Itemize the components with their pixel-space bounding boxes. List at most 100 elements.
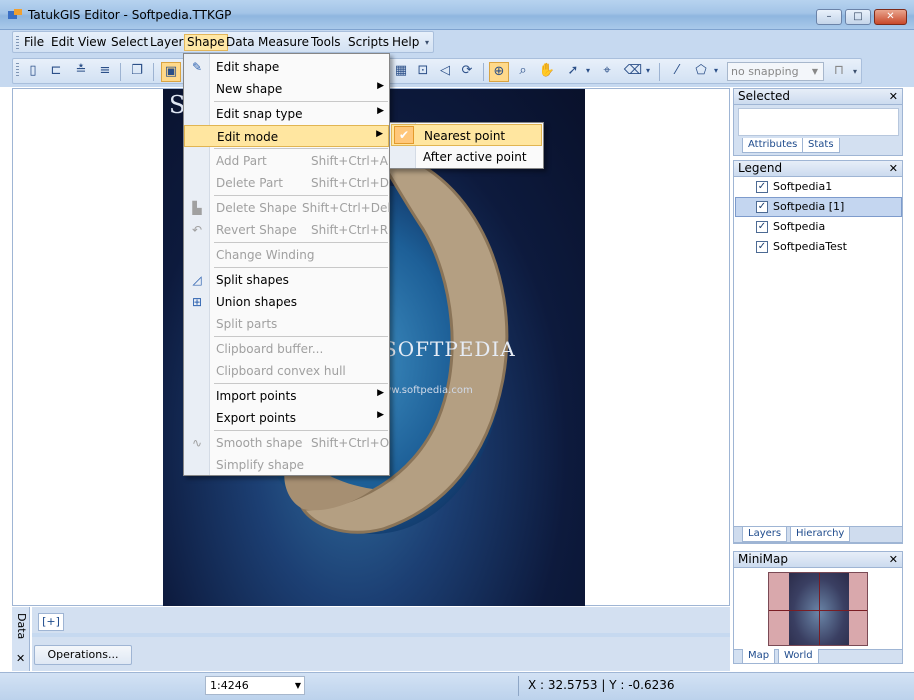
menu-item-simplify-shape[interactable]: Simplify shape: [184, 454, 389, 476]
tab-layers[interactable]: Layers: [742, 527, 788, 542]
chevron-down-icon[interactable]: ▼: [295, 677, 301, 694]
submenu-item-nearest-point[interactable]: ✔ Nearest point: [391, 124, 542, 146]
menu-item-clipboard-buffer[interactable]: Clipboard buffer...: [184, 338, 389, 360]
submenu-item-after-active-point[interactable]: After active point: [391, 146, 542, 168]
menu-separator: [214, 336, 388, 337]
menu-item-delete-shape[interactable]: ▙ Delete Shape Shift+Ctrl+Del: [184, 197, 390, 219]
menu-file[interactable]: File: [22, 35, 46, 50]
tab-attributes[interactable]: Attributes: [742, 138, 804, 153]
snapping-combo[interactable]: no snapping ▼: [727, 62, 824, 81]
menu-item-add-part[interactable]: Add Part Shift+Ctrl+A: [184, 150, 389, 172]
menu-item-revert-shape[interactable]: ↶ Revert Shape Shift+Ctrl+R: [184, 219, 389, 241]
open-folder-icon[interactable]: ⊏: [46, 62, 66, 82]
minimap-canvas[interactable]: [768, 572, 868, 646]
copy-icon[interactable]: ❐: [127, 62, 147, 82]
menu-separator: [214, 383, 388, 384]
add-tab-button[interactable]: [+]: [38, 613, 64, 631]
legend-layer-row[interactable]: ✓ Softpedia1: [735, 177, 902, 197]
tab-map[interactable]: Map: [742, 649, 776, 664]
menu-tools[interactable]: Tools: [309, 35, 343, 50]
close-icon[interactable]: ✕: [889, 89, 898, 104]
toolbar-overflow-icon[interactable]: ▾: [853, 67, 859, 77]
menu-grip[interactable]: [16, 36, 19, 50]
menu-data[interactable]: Data: [224, 35, 257, 50]
snap-lock-icon[interactable]: ⊓: [829, 62, 849, 82]
data-panel-tab[interactable]: Data ✕: [12, 607, 30, 671]
eraser-icon[interactable]: ⌫: [623, 62, 643, 82]
minimap-panel-header: MiniMap ✕: [733, 551, 903, 568]
menu-item-clipboard-convex-hull[interactable]: Clipboard convex hull: [184, 360, 389, 382]
layer-visibility-checkbox[interactable]: ✓: [756, 181, 768, 193]
legend-tab-strip: Layers Hierarchy: [733, 526, 903, 543]
maximize-button[interactable]: □: [845, 9, 871, 25]
menu-item-edit-shape[interactable]: ✎ Edit shape: [184, 56, 389, 78]
chevron-down-icon[interactable]: ▾: [583, 62, 593, 82]
add-layer-icon[interactable]: ≛: [71, 62, 91, 82]
menu-item-split-parts[interactable]: Split parts: [184, 313, 389, 335]
menu-item-label: Delete Shape: [216, 201, 297, 215]
draw-line-icon[interactable]: ⁄: [667, 62, 687, 82]
menu-select[interactable]: Select: [109, 35, 150, 50]
legend-layer-row[interactable]: ✓ Softpedia [1]: [735, 197, 902, 217]
menu-item-label: Edit shape: [216, 60, 280, 74]
tab-world[interactable]: World: [778, 649, 819, 664]
menu-item-edit-mode[interactable]: Edit mode ▶: [184, 125, 389, 147]
operations-button[interactable]: Operations...: [34, 645, 132, 665]
tab-hierarchy[interactable]: Hierarchy: [790, 527, 851, 542]
close-button[interactable]: ✕: [874, 9, 907, 25]
menu-layer[interactable]: Layer: [148, 35, 185, 50]
layer-name: Softpedia [1]: [773, 200, 845, 213]
menu-item-new-shape[interactable]: New shape ▶: [184, 78, 389, 100]
close-icon[interactable]: ✕: [16, 652, 25, 665]
layer-list-icon[interactable]: ≡: [95, 62, 115, 82]
menu-measure[interactable]: Measure: [256, 35, 311, 50]
menu-scripts[interactable]: Scripts: [346, 35, 391, 50]
menu-item-smooth-shape[interactable]: ∿ Smooth shape Shift+Ctrl+O: [184, 432, 389, 454]
grid-icon[interactable]: ▦: [391, 62, 411, 82]
legend-layer-row[interactable]: ✓ SoftpediaTest: [735, 237, 902, 257]
status-bar: 1:4246 ▼ X : 32.5753 | Y : -0.6236: [0, 672, 914, 700]
revert-shape-icon: ↶: [191, 223, 203, 237]
select-arrow-icon[interactable]: ➚: [563, 62, 583, 82]
menu-item-union-shapes[interactable]: ⊞ Union shapes: [184, 291, 389, 313]
back-icon[interactable]: ◁: [435, 62, 455, 82]
zoom-icon[interactable]: ⌕: [513, 62, 533, 82]
menu-item-import-points[interactable]: Import points ▶: [184, 385, 389, 407]
layer-visibility-checkbox[interactable]: ✓: [756, 221, 768, 233]
edit-mode-submenu: ✔ Nearest point After active point: [389, 122, 544, 169]
menu-item-split-shapes[interactable]: ◿ Split shapes: [184, 269, 389, 291]
menu-item-change-winding[interactable]: Change Winding: [184, 244, 389, 266]
close-icon[interactable]: ✕: [889, 552, 898, 567]
submenu-arrow-icon: ▶: [377, 410, 384, 420]
minimize-button[interactable]: –: [816, 9, 842, 25]
menu-edit[interactable]: Edit: [49, 35, 76, 50]
toolbar-grip[interactable]: [16, 63, 19, 77]
chevron-down-icon[interactable]: ▾: [643, 62, 653, 82]
zoom-select-icon[interactable]: ⊕: [489, 62, 509, 82]
menu-shape[interactable]: Shape: [184, 34, 228, 51]
tab-stats[interactable]: Stats: [802, 138, 840, 153]
draw-polygon-icon[interactable]: ⬠: [691, 62, 711, 82]
cursor-coordinates: X : 32.5753 | Y : -0.6236: [528, 678, 675, 692]
extent-icon[interactable]: ⊡: [413, 62, 433, 82]
legend-layer-row[interactable]: ✓ Softpedia: [735, 217, 902, 237]
menu-item-edit-snap-type[interactable]: Edit snap type ▶: [184, 103, 389, 125]
chevron-down-icon[interactable]: ▾: [711, 62, 721, 82]
menu-item-label: Delete Part: [216, 176, 283, 190]
menubar-overflow-icon[interactable]: ▾: [425, 38, 431, 48]
menu-help[interactable]: Help: [390, 35, 421, 50]
measure-icon[interactable]: ⌖: [597, 62, 617, 82]
chevron-down-icon[interactable]: ▼: [809, 65, 821, 78]
new-file-icon[interactable]: ▯: [23, 62, 43, 82]
layer-visibility-checkbox[interactable]: ✓: [756, 201, 768, 213]
layer-visibility-checkbox[interactable]: ✓: [756, 241, 768, 253]
menu-item-delete-part[interactable]: Delete Part Shift+Ctrl+D: [184, 172, 389, 194]
menu-item-export-points[interactable]: Export points ▶: [184, 407, 389, 429]
menu-view[interactable]: View: [76, 35, 108, 50]
close-icon[interactable]: ✕: [889, 161, 898, 176]
menu-item-label: Simplify shape: [216, 458, 305, 472]
refresh-icon[interactable]: ⟳: [457, 62, 477, 82]
edit-tool-icon[interactable]: ▣: [161, 62, 181, 82]
pan-hand-icon[interactable]: ✋: [537, 62, 557, 82]
scale-combo[interactable]: 1:4246 ▼: [205, 676, 305, 695]
